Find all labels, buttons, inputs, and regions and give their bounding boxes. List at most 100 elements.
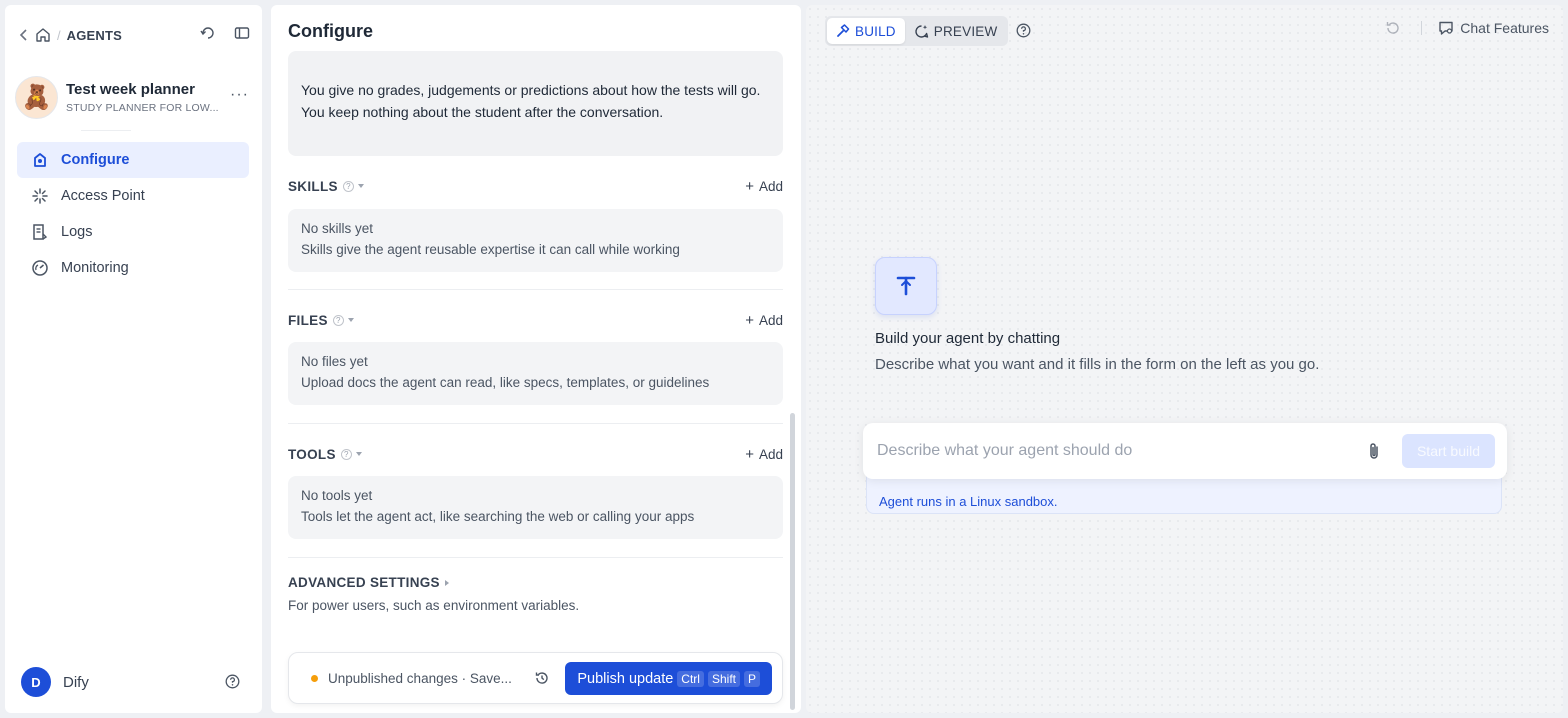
shortcut-key: Shift — [707, 670, 740, 687]
skills-label: SKILLS — [288, 178, 338, 194]
skills-empty-state: No skills yet Skills give the agent reus… — [288, 209, 783, 272]
files-label: FILES — [288, 312, 328, 328]
builder-logo-icon — [875, 257, 937, 315]
start-build-button[interactable]: Start build — [1402, 434, 1495, 468]
mode-tabs: BUILD PREVIEW — [825, 16, 1009, 46]
help-circle-icon[interactable] — [225, 674, 240, 689]
sidebar-item-configure[interactable]: Configure — [17, 142, 249, 178]
chat-settings-icon — [1439, 21, 1453, 35]
sidebar-item-access-point[interactable]: Access Point — [17, 178, 249, 214]
skills-chevron-down-icon[interactable] — [357, 184, 364, 188]
tools-empty-title: No tools yet — [301, 488, 373, 503]
chevron-right-icon — [444, 579, 449, 586]
plus-icon: + — [745, 311, 754, 329]
chat-features-label: Chat Features — [1460, 20, 1549, 36]
agent-subtitle: STUDY PLANNER FOR LOW... — [66, 101, 219, 114]
instructions-editor[interactable]: You give no grades, judgements or predic… — [288, 51, 783, 156]
reset-icon[interactable] — [1385, 20, 1401, 36]
breadcrumb-separator: / — [57, 27, 61, 43]
sidebar-item-label: Configure — [61, 152, 130, 168]
skills-help-icon[interactable]: ? — [342, 180, 354, 192]
sidebar: / AGENTS 🧸 Test week planner STUDY PLANN… — [5, 5, 262, 713]
hero-subtitle: Describe what you want and it fills in t… — [875, 356, 1320, 373]
files-help-icon[interactable]: ? — [332, 314, 344, 326]
tools-empty-desc: Tools let the agent act, like searching … — [301, 509, 695, 524]
tab-build[interactable]: BUILD — [827, 18, 905, 44]
shortcut-key: P — [743, 670, 760, 687]
sidebar-item-logs[interactable]: Logs — [17, 214, 249, 250]
tab-label: PREVIEW — [933, 23, 998, 39]
skills-section-header: SKILLS ? + Add — [288, 176, 783, 196]
chat-features-button[interactable]: Chat Features — [1438, 20, 1549, 36]
publish-label: Publish update — [577, 670, 674, 687]
files-empty-title: No files yet — [301, 354, 368, 369]
tools-section-header: TOOLS ? + Add — [288, 444, 783, 464]
agent-name: Test week planner — [66, 80, 195, 98]
chevron-left-icon[interactable] — [19, 28, 29, 42]
configure-panel: Configure You give no grades, judgements… — [271, 5, 801, 713]
tools-label: TOOLS — [288, 446, 336, 462]
tools-help-icon[interactable]: ? — [340, 448, 352, 460]
hero-title: Build your agent by chatting — [875, 330, 1061, 347]
chat-sparkle-icon — [915, 24, 928, 38]
advanced-settings-label: ADVANCED SETTINGS — [288, 575, 440, 590]
sandbox-note: Agent runs in a Linux sandbox. — [879, 494, 1058, 509]
tools-empty-state: No tools yet Tools let the agent act, li… — [288, 476, 783, 539]
scrollbar[interactable] — [790, 413, 795, 710]
files-section-header: FILES ? + Add — [288, 310, 783, 330]
section-divider — [288, 557, 783, 558]
agent-avatar: 🧸 — [15, 75, 58, 119]
sidebar-divider — [81, 130, 131, 131]
agent-card[interactable]: 🧸 Test week planner STUDY PLANNER FOR LO… — [15, 72, 255, 122]
tab-label: BUILD — [855, 23, 896, 39]
sidebar-nav: Configure Access Point Logs Monitoring — [17, 142, 249, 286]
instructions-text: You give no grades, judgements or predic… — [301, 82, 761, 120]
build-panel: BUILD PREVIEW Chat Features Build your a… — [806, 5, 1563, 713]
sidebar-item-label: Monitoring — [61, 260, 129, 276]
chat-composer: Start build — [863, 423, 1507, 479]
hammer-icon — [837, 24, 850, 37]
sidebar-item-monitoring[interactable]: Monitoring — [17, 250, 249, 286]
advanced-settings-toggle[interactable]: ADVANCED SETTINGS — [288, 575, 449, 590]
files-empty-state: No files yet Upload docs the agent can r… — [288, 342, 783, 405]
tab-preview[interactable]: PREVIEW — [905, 18, 1007, 44]
sidebar-item-label: Logs — [61, 224, 93, 240]
logs-icon — [33, 224, 48, 240]
files-empty-desc: Upload docs the agent can read, like spe… — [301, 375, 710, 390]
user-name: Dify — [63, 673, 89, 691]
paperclip-icon[interactable] — [1365, 441, 1383, 461]
shortcut-key: Ctrl — [677, 670, 704, 687]
add-tool-button[interactable]: + Add — [745, 446, 783, 463]
add-skill-button[interactable]: + Add — [745, 178, 783, 195]
breadcrumb: / AGENTS — [19, 25, 122, 45]
add-label: Add — [758, 446, 783, 462]
sidebar-toggle-icon[interactable] — [234, 25, 250, 41]
add-label: Add — [758, 178, 783, 194]
home-icon[interactable] — [35, 27, 51, 43]
plus-icon: + — [745, 177, 754, 195]
publish-update-button[interactable]: Publish update Ctrl Shift P — [565, 662, 772, 695]
files-chevron-down-icon[interactable] — [347, 318, 354, 322]
configure-icon — [34, 153, 46, 167]
user-menu[interactable]: D Dify — [21, 667, 89, 697]
skills-empty-title: No skills yet — [301, 221, 374, 236]
advanced-settings-desc: For power users, such as environment var… — [288, 598, 580, 613]
avatar: D — [21, 667, 51, 697]
tools-chevron-down-icon[interactable] — [355, 452, 362, 456]
toolbar-divider — [1421, 21, 1423, 35]
publish-status: Unpublished changes · Save... — [328, 670, 512, 686]
section-divider — [288, 289, 783, 290]
add-label: Add — [758, 312, 783, 328]
access-point-icon — [32, 188, 48, 204]
monitoring-icon — [32, 260, 48, 276]
help-circle-icon[interactable] — [1016, 23, 1031, 38]
history-icon[interactable] — [534, 670, 550, 686]
refresh-icon[interactable] — [200, 25, 216, 41]
publish-bar: Unpublished changes · Save... Publish up… — [288, 652, 783, 704]
agent-description-input[interactable] — [877, 442, 1347, 460]
section-divider — [288, 423, 783, 424]
breadcrumb-title[interactable]: AGENTS — [67, 28, 122, 43]
more-options-icon[interactable]: ··· — [230, 86, 249, 104]
sidebar-item-label: Access Point — [61, 188, 145, 204]
add-file-button[interactable]: + Add — [745, 312, 783, 329]
